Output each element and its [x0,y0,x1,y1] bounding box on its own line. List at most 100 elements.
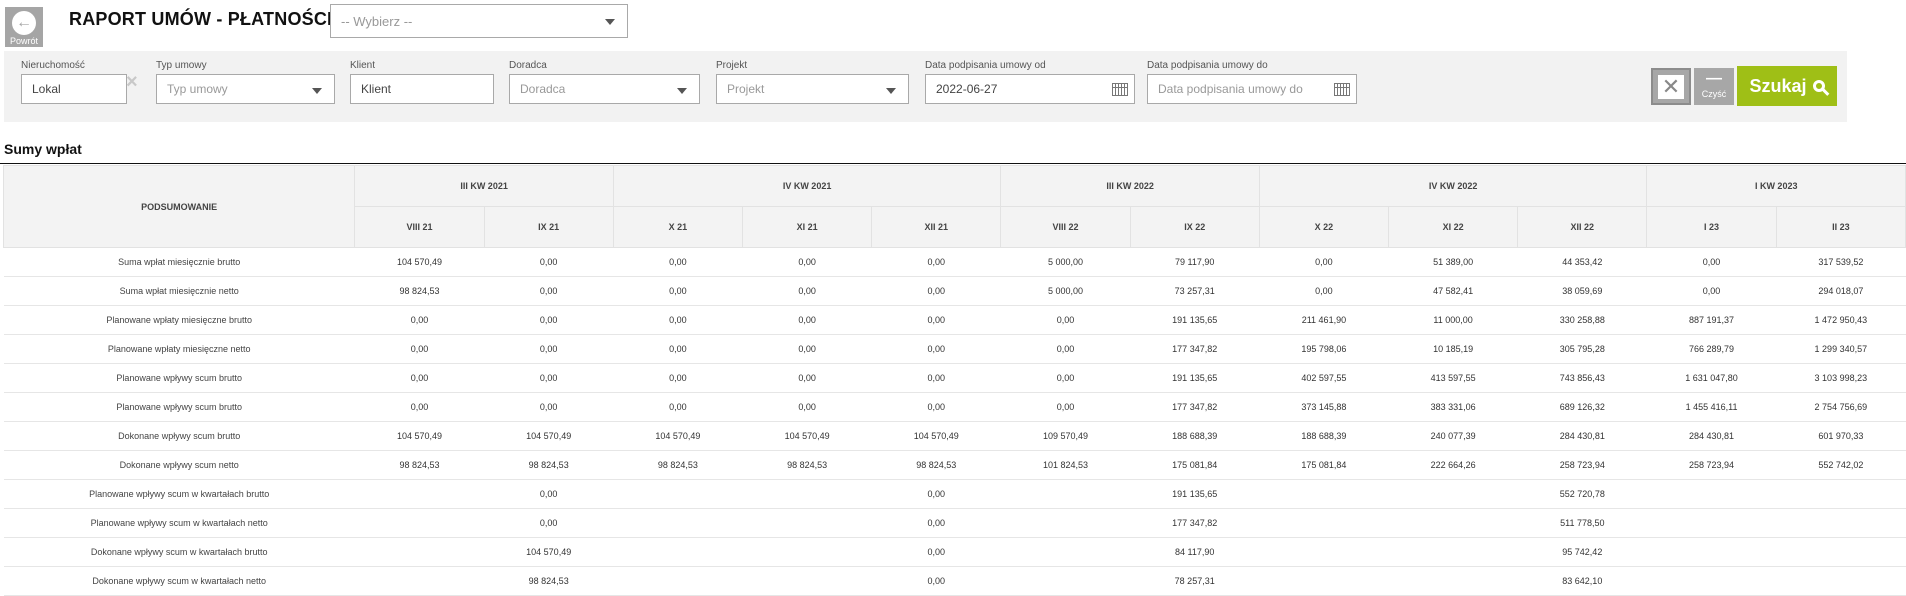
table-cell: 0,00 [1259,247,1389,277]
table-cell: 1 472 950,43 [1776,305,1906,335]
table-cell: 383 331,06 [1388,392,1518,422]
table-cell: 44 353,42 [1517,247,1647,277]
table-cell: 83 642,10 [1517,566,1647,596]
row-label: Planowane wpływy scum w kwartałach brutt… [3,479,355,509]
table-cell: 0,00 [871,276,1001,306]
month-header: II 23 [1775,206,1906,248]
table-row: Suma wpłat miesięcznie netto 98 824,53 0,0… [3,276,1906,306]
table-cell: 188 688,39 [1130,421,1260,451]
clear-button[interactable]: — Czyść [1694,68,1734,105]
table-cell [1388,566,1518,596]
table-cell [1776,479,1906,509]
table-cell: 402 597,55 [1259,363,1389,393]
table-cell: 177 347,82 [1130,392,1260,422]
table-cell: 601 970,33 [1776,421,1906,451]
table-cell: 766 289,79 [1646,334,1777,364]
table-cell: 511 778,50 [1517,508,1647,538]
table-cell: 0,00 [484,479,614,509]
report-select[interactable]: -- Wybierz -- [330,4,628,38]
table-cell: 0,00 [354,363,485,393]
table-cell [1776,508,1906,538]
data-do-placeholder: Data podpisania umowy do [1158,82,1303,96]
table-cell: 47 582,41 [1388,276,1518,306]
table-row: Dokonane wpływy scum w kwartałach netto 9… [3,566,1906,596]
calendar-icon[interactable] [1334,83,1350,96]
table-cell [1776,537,1906,567]
row-label: Planowane wpłaty miesięczne brutto [3,305,355,335]
filter-label: Data podpisania umowy do [1147,60,1268,71]
table-cell: 284 430,81 [1517,421,1647,451]
table-cell: 188 688,39 [1259,421,1389,451]
table-cell: 0,00 [613,392,743,422]
table-cell: 11 000,00 [1388,305,1518,335]
doradca-placeholder: Doradca [520,82,566,96]
table-cell: 0,00 [1000,392,1131,422]
table-row: Planowane wpływy scum w kwartałach brutt… [3,479,1906,509]
doradca-select[interactable]: Doradca [509,74,700,104]
table-cell: 191 135,65 [1130,479,1260,509]
table-cell: 177 347,82 [1130,508,1260,538]
filter-bar: Nieruchomość Lokal × Typ umowy Typ umowy… [4,51,1847,122]
month-header: XI 22 [1387,206,1519,248]
table-cell [613,566,743,596]
table-cell: 0,00 [613,305,743,335]
table-cell: 258 723,94 [1646,450,1777,480]
back-button[interactable]: ← Powrót [5,7,43,47]
filter-label: Klient [350,60,376,71]
table-cell: 0,00 [742,334,872,364]
table-cell: 0,00 [871,508,1001,538]
table-cell: 10 185,19 [1388,334,1518,364]
table-cell: 305 795,28 [1517,334,1647,364]
table-cell: 0,00 [613,247,743,277]
table-cell: 104 570,49 [742,421,872,451]
table-cell [1646,537,1777,567]
month-header: VIII 21 [354,206,485,248]
table-cell: 177 347,82 [1130,334,1260,364]
nieruchomosc-field[interactable]: Lokal [21,74,127,104]
table-cell: 98 824,53 [484,450,614,480]
row-label: Suma wpłat miesięcznie brutto [3,247,355,277]
report-select-placeholder: -- Wybierz -- [341,13,413,29]
table-cell: 0,00 [1000,305,1131,335]
quarter-header: IV KW 2021 [612,165,1002,207]
month-header: X 22 [1258,206,1390,248]
klient-field[interactable]: Klient [350,74,494,104]
section-divider [0,163,1906,164]
table-row: Planowane wpływy scum brutto 0,00 0,00 0,00… [3,363,1906,393]
table-cell: 195 798,06 [1259,334,1389,364]
export-excel-button[interactable]: ✕ [1651,68,1691,105]
caret-down-icon [886,88,896,94]
table-row: Suma wpłat miesięcznie brutto 104 570,49 0… [3,247,1906,277]
table-cell: 98 824,53 [354,276,485,306]
data-do-field[interactable]: Data podpisania umowy do [1147,74,1357,104]
quarter-header: III KW 2022 [1000,165,1260,207]
table-cell: 0,00 [484,334,614,364]
table-cell: 104 570,49 [484,537,614,567]
table-cell: 240 077,39 [1388,421,1518,451]
month-header: VIII 22 [1000,206,1131,248]
table-cell: 191 135,65 [1130,363,1260,393]
table-cell: 552 742,02 [1776,450,1906,480]
table-cell [1388,479,1518,509]
table-cell: 0,00 [354,392,485,422]
search-button[interactable]: Szukaj [1737,66,1837,106]
typ-umowy-select[interactable]: Typ umowy [156,74,335,104]
projekt-select[interactable]: Projekt [716,74,909,104]
calendar-icon[interactable] [1112,83,1128,96]
section-title: Sumy wpłat [4,141,82,157]
table-cell: 0,00 [742,363,872,393]
table-cell: 104 570,49 [613,421,743,451]
row-label: Dokonane wpływy scum brutto [3,421,355,451]
table-cell [742,537,872,567]
table-cell [613,537,743,567]
table-cell: 175 081,84 [1130,450,1260,480]
quarter-header: I KW 2023 [1646,165,1906,207]
data-od-field[interactable]: 2022-06-27 [925,74,1135,104]
table-cell [1259,566,1389,596]
table-cell: 98 824,53 [354,450,485,480]
table-cell: 0,00 [1646,247,1777,277]
table-cell: 98 824,53 [484,566,614,596]
clear-x-icon[interactable]: × [126,72,142,92]
month-header: I 23 [1646,206,1777,248]
table-cell: 0,00 [871,537,1001,567]
